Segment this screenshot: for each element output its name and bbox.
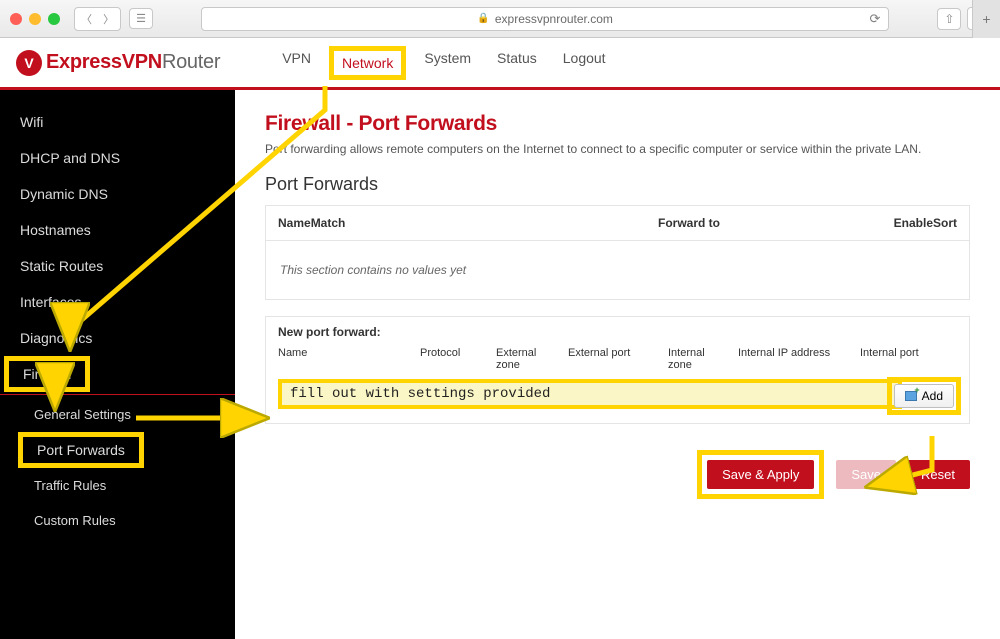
h-int-zone: Internal zone <box>668 347 734 371</box>
lock-icon: 🔒 <box>477 13 489 24</box>
sidebar-item-port-forwards[interactable]: Port Forwards <box>18 432 144 468</box>
h-ext-zone: External zone <box>496 347 564 371</box>
h-int-port: Internal port <box>860 347 940 371</box>
h-name: Name <box>278 347 416 371</box>
window-controls <box>10 13 60 25</box>
section-title: Port Forwards <box>265 174 970 195</box>
sidebar-item-traffic-rules[interactable]: Traffic Rules <box>0 468 235 503</box>
nav-status[interactable]: Status <box>489 46 545 80</box>
h-protocol: Protocol <box>420 347 492 371</box>
page-description: Port forwarding allows remote computers … <box>265 142 970 156</box>
logo[interactable]: V ExpressVPNRouter <box>16 50 220 76</box>
forwards-table: NameMatch Forward to EnableSort This sec… <box>265 205 970 300</box>
fill-out-instruction[interactable]: fill out with settings provided <box>278 379 902 409</box>
sidebar-item-diagnostics[interactable]: Diagnostics <box>0 320 235 356</box>
sidebar-item-custom-rules[interactable]: Custom Rules <box>0 503 235 538</box>
back-icon[interactable]: 〈 <box>81 11 92 27</box>
sidebar-item-hostnames[interactable]: Hostnames <box>0 212 235 248</box>
sidebar-item-general-settings[interactable]: General Settings <box>0 397 235 432</box>
url-bar[interactable]: 🔒 expressvpnrouter.com ⟳ <box>201 7 889 31</box>
add-button[interactable]: Add <box>894 384 954 408</box>
sidebar-item-firewall[interactable]: Firewall <box>4 356 90 392</box>
nav-vpn[interactable]: VPN <box>274 46 319 80</box>
sidebar-divider <box>0 394 235 395</box>
h-ext-port: External port <box>568 347 664 371</box>
sidebar-item-interfaces[interactable]: Interfaces <box>0 284 235 320</box>
col-enable-sort: EnableSort <box>877 216 957 230</box>
action-buttons: Save & Apply Save Reset <box>265 450 970 499</box>
close-window-icon[interactable] <box>10 13 22 25</box>
table-empty-message: This section contains no values yet <box>266 241 969 299</box>
nav-back-forward[interactable]: 〈 〉 <box>74 7 121 31</box>
col-forward-to: Forward to <box>658 216 877 230</box>
sidebar-item-dhcp[interactable]: DHCP and DNS <box>0 140 235 176</box>
url-text: expressvpnrouter.com <box>495 12 613 26</box>
main-nav: VPN Network System Status Logout <box>274 46 613 80</box>
page-title: Firewall - Port Forwards <box>265 112 970 136</box>
new-pf-headers: Name Protocol External zone External por… <box>278 347 957 371</box>
save-button[interactable]: Save <box>836 460 896 489</box>
sidebar-item-static-routes[interactable]: Static Routes <box>0 248 235 284</box>
content-area: Firewall - Port Forwards Port forwarding… <box>235 90 1000 639</box>
sidebar-item-dyndns[interactable]: Dynamic DNS <box>0 176 235 212</box>
add-button-label: Add <box>922 389 943 403</box>
sidebar-toggle-icon[interactable]: ☰ <box>129 8 153 29</box>
new-tab-button[interactable]: + <box>972 0 1000 38</box>
browser-chrome: 〈 〉 ☰ 🔒 expressvpnrouter.com ⟳ ⇧ ⧉ + <box>0 0 1000 38</box>
sidebar: Wifi DHCP and DNS Dynamic DNS Hostnames … <box>0 90 235 639</box>
forward-icon[interactable]: 〉 <box>103 11 114 27</box>
nav-system[interactable]: System <box>416 46 479 80</box>
save-apply-button[interactable]: Save & Apply <box>707 460 814 489</box>
logo-text: ExpressVPNRouter <box>46 51 220 74</box>
top-bar: V ExpressVPNRouter VPN Network System St… <box>0 38 1000 90</box>
table-header-row: NameMatch Forward to EnableSort <box>266 206 969 241</box>
col-name-match: NameMatch <box>278 216 658 230</box>
fullscreen-window-icon[interactable] <box>48 13 60 25</box>
new-pf-title: New port forward: <box>278 325 957 339</box>
logo-badge-icon: V <box>16 50 42 76</box>
sidebar-item-wifi[interactable]: Wifi <box>0 104 235 140</box>
h-int-ip: Internal IP address <box>738 347 856 371</box>
add-icon <box>905 391 917 401</box>
minimize-window-icon[interactable] <box>29 13 41 25</box>
new-pf-input-row: lan fill out with settings provided Add <box>278 381 957 411</box>
share-icon[interactable]: ⇧ <box>937 8 961 30</box>
reload-icon[interactable]: ⟳ <box>869 11 880 27</box>
reset-button[interactable]: Reset <box>906 460 970 489</box>
nav-network[interactable]: Network <box>329 46 406 80</box>
nav-logout[interactable]: Logout <box>555 46 614 80</box>
new-port-forward-panel: New port forward: Name Protocol External… <box>265 316 970 424</box>
